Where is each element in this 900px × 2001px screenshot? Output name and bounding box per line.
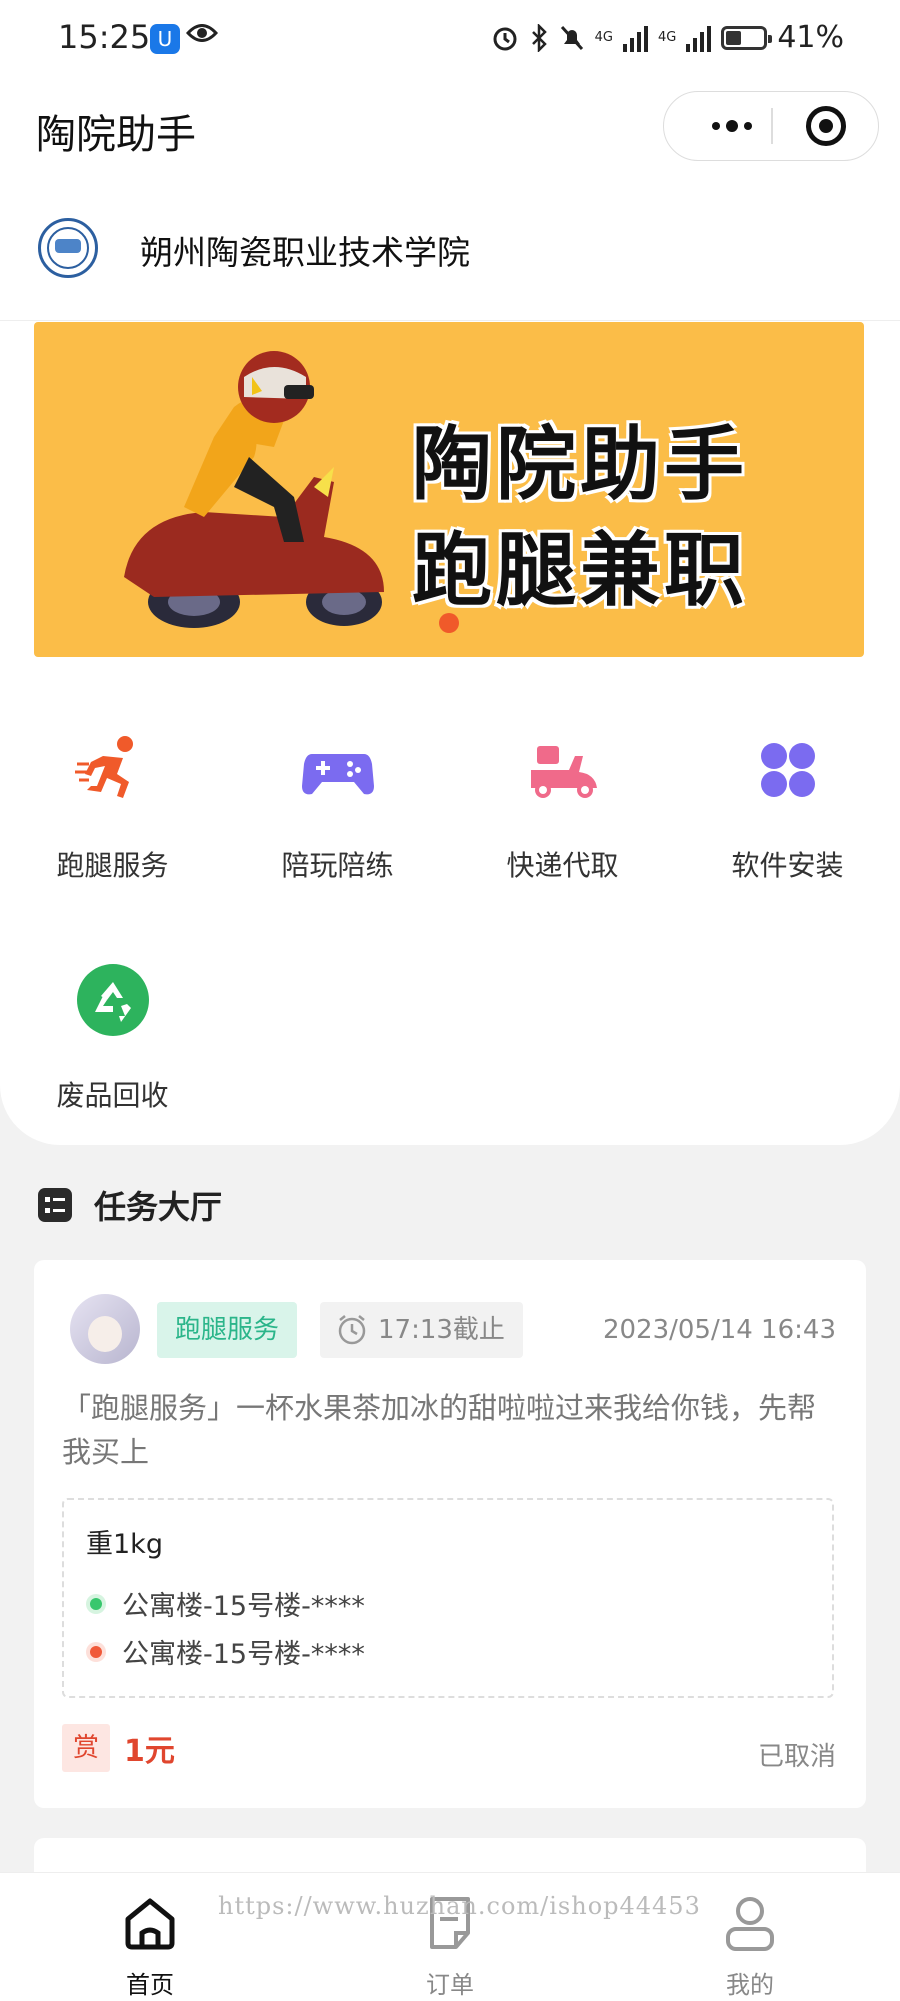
school-name: 朔州陶瓷职业技术学院 xyxy=(140,233,470,272)
reward-amount: 1元 xyxy=(124,1734,175,1769)
service-software[interactable]: 软件安装 xyxy=(675,730,900,884)
user-icon xyxy=(720,1893,780,1953)
dropoff-address-text: 公寓楼-15号楼-**** xyxy=(122,1639,365,1670)
more-options-button[interactable] xyxy=(692,92,772,159)
dropoff-dot xyxy=(90,1645,102,1658)
battery-percent: 41% xyxy=(777,20,844,55)
service-errand[interactable]: 跑腿服务 xyxy=(0,730,225,884)
task-card[interactable]: 跑腿服务 17:13截止 2023/05/14 16:43 「跑腿服务」一杯水果… xyxy=(34,1260,866,1808)
gamepad-icon xyxy=(298,730,378,810)
clock-icon xyxy=(338,1315,366,1345)
app-notification-icon: U xyxy=(150,24,180,54)
task-hall-title: 任务大厅 xyxy=(94,1188,223,1226)
home-icon xyxy=(120,1893,180,1953)
deadline-tag: 17:13截止 xyxy=(320,1302,523,1358)
service-label: 快递代取 xyxy=(506,849,619,882)
service-tag: 跑腿服务 xyxy=(157,1302,298,1358)
recycle-icon xyxy=(73,960,153,1040)
app-title: 陶院助手 xyxy=(36,112,196,158)
pickup-address: 公寓楼-15号楼-**** xyxy=(90,1584,365,1623)
eye-icon xyxy=(185,20,219,50)
avatar xyxy=(70,1294,140,1364)
promo-banner[interactable]: 陶院助手 跑腿兼职 xyxy=(34,322,864,657)
service-label: 软件安装 xyxy=(731,849,844,882)
network-label-2: 4G xyxy=(657,30,677,45)
runner-icon xyxy=(73,730,153,810)
reward-badge: 赏 xyxy=(62,1724,110,1772)
task-weight: 重1kg xyxy=(86,1529,163,1560)
post-time: 2023/05/14 16:43 xyxy=(602,1315,836,1345)
status-icons: 4G 4G 41% xyxy=(491,20,844,55)
watermark-text: https://www.huzhan.com/ishop44453 xyxy=(218,1892,701,1920)
service-recycle[interactable]: 废品回收 xyxy=(0,960,225,1114)
signal-icon-1 xyxy=(622,24,648,52)
tab-label: 我的 xyxy=(726,1971,774,1999)
scooter-icon xyxy=(523,730,603,810)
school-logo xyxy=(38,218,98,278)
banner-title: 陶院助手 xyxy=(412,418,748,511)
checklist-icon xyxy=(38,1188,72,1222)
capsule-divider xyxy=(771,108,773,144)
navbar: 陶院助手 xyxy=(0,80,900,180)
close-miniprogram-button[interactable] xyxy=(806,106,846,146)
tab-label: 首页 xyxy=(126,1971,174,1999)
apps-grid-icon xyxy=(748,730,828,810)
battery-icon xyxy=(721,25,773,50)
mute-bell-icon xyxy=(560,25,583,50)
pickup-address-text: 公寓楼-15号楼-**** xyxy=(122,1591,365,1622)
signal-icon-2 xyxy=(686,24,712,52)
school-selector[interactable]: 朔州陶瓷职业技术学院 xyxy=(0,196,900,321)
service-label: 跑腿服务 xyxy=(56,849,169,882)
tab-label: 订单 xyxy=(426,1971,474,1999)
banner-subtitle: 跑腿兼职 xyxy=(412,524,748,617)
service-label: 陪玩陪练 xyxy=(281,849,394,882)
miniprogram-capsule xyxy=(663,91,879,161)
bluetooth-icon xyxy=(531,23,547,52)
status-bar: 15:25 U 4G 4G 41% xyxy=(0,0,900,80)
task-detail-box: 重1kg 公寓楼-15号楼-**** 公寓楼-15号楼-**** xyxy=(62,1498,834,1698)
reward: 赏 1元 xyxy=(62,1724,175,1772)
pickup-dot xyxy=(90,1597,102,1610)
deadline-text: 17:13截止 xyxy=(378,1315,505,1345)
carousel-indicator[interactable] xyxy=(439,613,459,633)
dropoff-address: 公寓楼-15号楼-**** xyxy=(90,1632,365,1671)
delivery-rider-illustration xyxy=(124,351,384,628)
alarm-icon xyxy=(493,27,517,50)
task-hall-header: 任务大厅 xyxy=(38,1182,222,1228)
service-label: 废品回收 xyxy=(56,1079,169,1112)
service-gaming[interactable]: 陪玩陪练 xyxy=(225,730,450,884)
task-status: 已取消 xyxy=(757,1742,836,1772)
battery-level xyxy=(726,30,742,45)
task-description: 「跑腿服务」一杯水果茶加冰的甜啦啦过来我给你钱，先帮我买上 xyxy=(62,1391,817,1469)
network-label-1: 4G xyxy=(594,30,613,45)
service-express[interactable]: 快递代取 xyxy=(450,730,675,884)
status-time: 15:25 xyxy=(58,18,151,56)
